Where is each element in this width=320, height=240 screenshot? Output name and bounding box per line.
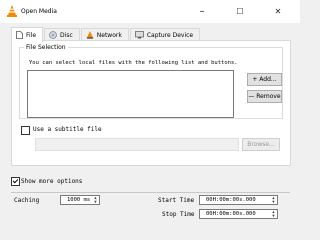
start-time-label: Start Time bbox=[158, 197, 195, 204]
show-more-options-label: Show more options bbox=[21, 178, 83, 185]
minimize-icon: – bbox=[199, 6, 205, 17]
spin-down-icon: ▼ bbox=[94, 199, 97, 204]
maximize-icon: ☐ bbox=[236, 7, 244, 16]
tab-file-label: File bbox=[26, 31, 37, 39]
start-time-spinner[interactable]: ▲ ▼ bbox=[270, 196, 277, 204]
close-button[interactable]: ✕ bbox=[264, 0, 292, 23]
file-selection-group: File Selection You can select local file… bbox=[19, 44, 283, 119]
network-icon bbox=[86, 31, 94, 39]
file-selection-legend: File Selection bbox=[24, 44, 68, 51]
show-more-options-checkbox[interactable] bbox=[11, 177, 20, 186]
vlc-cone-icon bbox=[7, 5, 17, 19]
window-title: Open Media bbox=[21, 8, 57, 15]
tab-capture-device-label: Capture Device bbox=[146, 31, 194, 39]
title-bar: Open Media – ☐ ✕ bbox=[0, 0, 300, 23]
options-separator bbox=[11, 192, 290, 193]
tab-disc-label: Disc bbox=[60, 31, 73, 39]
subtitle-file-field bbox=[35, 138, 239, 151]
browse-button: Browse... bbox=[242, 138, 280, 151]
caching-spinbox[interactable]: 1000 ms ▲ ▼ bbox=[60, 195, 100, 205]
file-list[interactable] bbox=[27, 70, 234, 118]
capture-device-icon bbox=[134, 31, 144, 39]
use-subtitle-checkbox[interactable] bbox=[21, 126, 30, 135]
spin-down-icon: ▼ bbox=[272, 199, 275, 204]
minimize-button[interactable]: – bbox=[188, 0, 216, 23]
stop-time-spinner[interactable]: ▲ ▼ bbox=[270, 210, 277, 218]
file-icon bbox=[16, 31, 23, 39]
use-subtitle-label: Use a subtitle file bbox=[33, 126, 102, 133]
start-time-field[interactable]: 00H:00m:00s.000 ▲ ▼ bbox=[199, 195, 278, 205]
spin-down-icon: ▼ bbox=[272, 213, 275, 218]
file-tab-panel: File Selection You can select local file… bbox=[11, 40, 291, 166]
caching-label: Caching bbox=[14, 197, 40, 204]
stop-time-value: 00H:00m:00s.000 bbox=[206, 211, 256, 217]
start-time-value: 00H:00m:00s.000 bbox=[206, 197, 256, 203]
stop-time-field[interactable]: 00H:00m:00s.000 ▲ ▼ bbox=[199, 209, 278, 219]
caching-value: 1000 ms bbox=[67, 197, 91, 203]
tab-network-label: Network bbox=[96, 31, 122, 39]
stop-time-label: Stop Time bbox=[162, 211, 195, 218]
tab-bar: File Disc Network Capture Device bbox=[11, 27, 201, 42]
caching-spinner[interactable]: ▲ ▼ bbox=[92, 196, 99, 204]
add-button[interactable]: + Add... bbox=[247, 73, 282, 86]
disc-icon bbox=[49, 31, 57, 39]
remove-button[interactable]: — Remove bbox=[247, 90, 282, 103]
maximize-button[interactable]: ☐ bbox=[226, 0, 254, 23]
file-selection-hint: You can select local files with the foll… bbox=[29, 60, 238, 66]
close-icon: ✕ bbox=[274, 7, 282, 16]
tab-file[interactable]: File bbox=[11, 27, 44, 42]
